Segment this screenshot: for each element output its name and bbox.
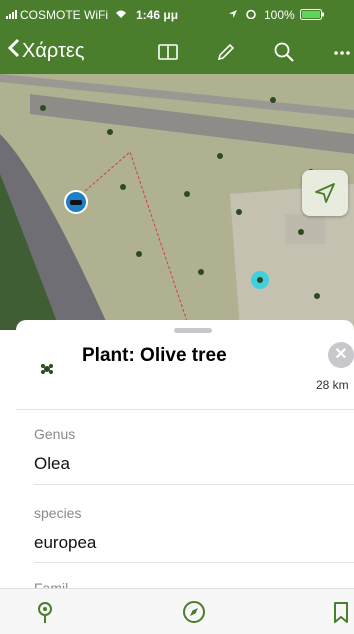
plant-marker-icon[interactable] [296, 224, 306, 242]
plant-marker-icon[interactable] [268, 92, 278, 110]
wifi-icon [114, 8, 128, 22]
location-arrow-icon [313, 181, 337, 210]
divider [16, 409, 354, 410]
map-pin-icon[interactable] [32, 599, 58, 625]
plant-marker-icon[interactable] [234, 204, 244, 222]
battery-percent: 100% [264, 8, 295, 22]
navigation-bar: Χάρτες [0, 30, 354, 74]
plant-marker-icon[interactable] [118, 179, 128, 197]
search-icon[interactable] [272, 40, 296, 64]
plant-marker-icon[interactable] [134, 246, 144, 264]
battery-icon [300, 9, 324, 23]
distance-label: 28 km [316, 378, 349, 392]
divider [34, 484, 354, 485]
species-label: species [34, 505, 82, 521]
alarm-icon [246, 8, 256, 22]
carrier-label: COSMOTE WiFi [20, 8, 108, 22]
plant-marker-icon[interactable] [105, 124, 115, 142]
status-bar: COSMOTE WiFi 1:46 μμ 100% [0, 0, 354, 30]
locate-me-button[interactable] [302, 170, 348, 216]
sheet-title: Plant: Olive tree [82, 345, 227, 366]
location-arrow-icon [228, 8, 238, 22]
selected-marker-icon[interactable] [250, 270, 270, 295]
signal-icon [6, 8, 18, 22]
detail-sheet: Plant: Olive tree ✕ 28 km Genus Olea spe… [16, 320, 354, 588]
sheet-grabber[interactable] [174, 328, 212, 333]
plant-icon [38, 360, 56, 383]
back-button[interactable]: Χάρτες [7, 38, 85, 64]
tab-bar [0, 588, 354, 634]
satellite-imagery [0, 74, 354, 330]
divider [34, 562, 354, 563]
plant-marker-icon[interactable] [38, 100, 48, 118]
compass-icon[interactable] [181, 599, 207, 625]
close-button[interactable]: ✕ [328, 342, 354, 368]
more-icon[interactable] [330, 40, 354, 64]
genus-label: Genus [34, 426, 76, 442]
book-icon[interactable] [156, 40, 180, 64]
bookmark-icon[interactable] [328, 599, 354, 625]
car-marker-icon[interactable] [64, 190, 88, 219]
plant-marker-icon[interactable] [182, 186, 192, 204]
chevron-left-icon [7, 38, 20, 64]
plant-marker-icon[interactable] [312, 288, 322, 306]
pencil-icon[interactable] [214, 40, 238, 64]
genus-value: Olea [34, 454, 70, 473]
plant-marker-icon[interactable] [215, 148, 225, 166]
clock: 1:46 μμ [136, 8, 179, 22]
partial-label: Famil [34, 580, 69, 588]
plant-marker-icon[interactable] [196, 264, 206, 282]
back-label: Χάρτες [22, 39, 85, 62]
close-icon: ✕ [334, 346, 348, 363]
map-view[interactable] [0, 74, 354, 330]
species-value: europea [34, 533, 97, 552]
